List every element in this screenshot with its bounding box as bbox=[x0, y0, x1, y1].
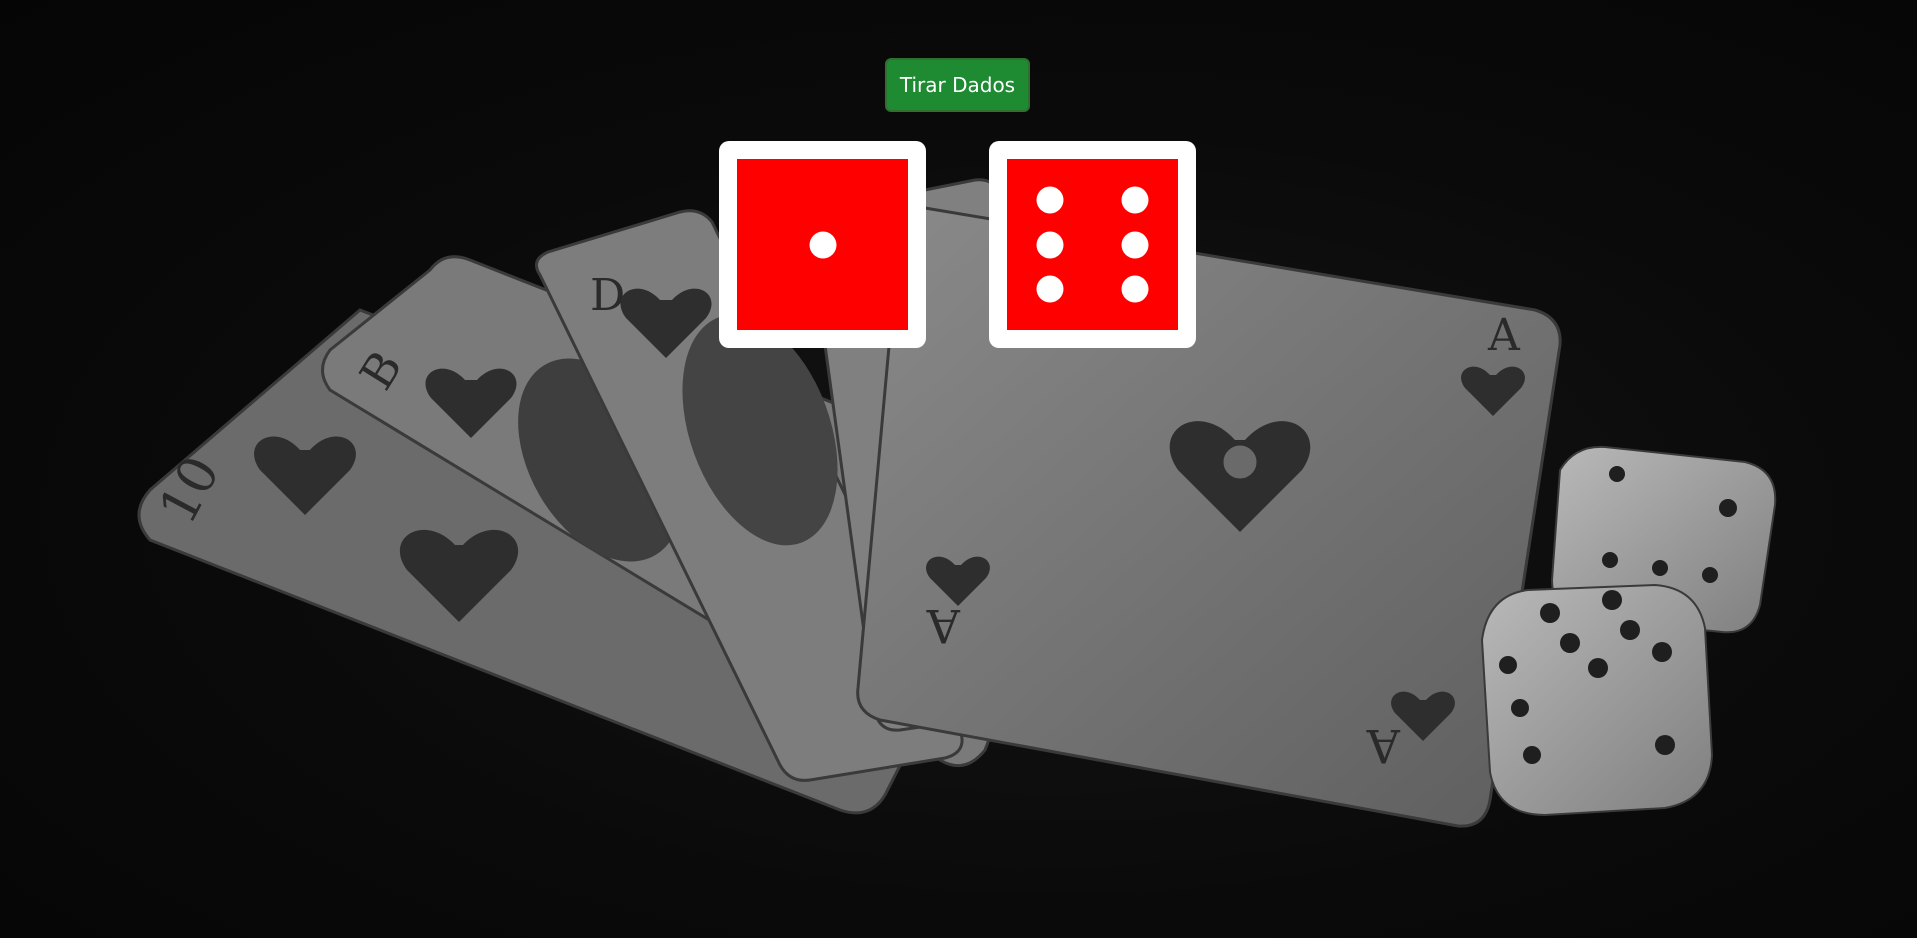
die-pip bbox=[1036, 231, 1064, 258]
card-corner-label: A bbox=[1366, 719, 1401, 773]
die-face bbox=[737, 159, 908, 330]
die-pip bbox=[1121, 275, 1149, 303]
die-one[interactable] bbox=[719, 141, 926, 348]
die-two[interactable] bbox=[989, 141, 1196, 348]
die-pip bbox=[1121, 186, 1149, 214]
roll-dice-button[interactable]: Tirar Dados bbox=[885, 58, 1030, 112]
die-face bbox=[1007, 159, 1178, 330]
card-corner-label: D bbox=[590, 270, 625, 321]
game-screen: 10 B D A A A Tirar Dados bbox=[0, 0, 1917, 938]
card-ace-of-hearts: A A A bbox=[856, 206, 1562, 828]
die-pip bbox=[1121, 231, 1149, 258]
card-corner-label: A bbox=[1487, 310, 1521, 361]
card-corner-label: A bbox=[926, 599, 961, 653]
die-pip bbox=[809, 231, 836, 258]
playing-cards-background: 10 B D A A A bbox=[137, 178, 1777, 828]
die-pip bbox=[1036, 186, 1064, 214]
die-pip bbox=[1036, 275, 1064, 303]
